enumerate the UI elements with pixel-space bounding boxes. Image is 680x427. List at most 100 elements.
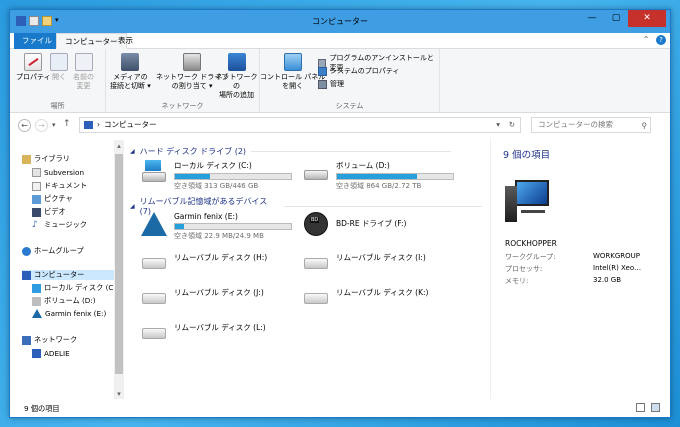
nav-item-homegroup[interactable]: ホームグループ <box>22 246 84 256</box>
nav-item-garmin-e[interactable]: Garmin fenix (E:) <box>32 309 106 318</box>
collapse-chevron-icon[interactable]: ◢ <box>130 148 135 155</box>
nav-item-adelie[interactable]: ADELIE <box>32 349 70 358</box>
media-label-2: 接続と切断 ▾ <box>110 82 151 90</box>
nav-label-videos: ビデオ <box>44 207 66 216</box>
nav-item-documents[interactable]: ドキュメント <box>32 181 87 191</box>
address-separator-icon[interactable]: › <box>97 118 100 132</box>
system-properties-icon <box>318 66 327 76</box>
drive-d[interactable]: ボリューム (D:) 空き領域 864 GB/2.72 TB <box>302 160 454 191</box>
computer-icon <box>22 270 31 280</box>
nav-item-computer[interactable]: コンピューター <box>22 270 118 280</box>
control-panel-button[interactable]: コントロール パネル を開く <box>260 53 325 91</box>
pictures-icon <box>32 194 41 204</box>
rename-button[interactable]: 名前の 変更 <box>73 53 94 91</box>
drive-j[interactable]: リムーバブル ディスク (J:) <box>140 287 264 311</box>
bd-re-drive-icon: BD <box>302 212 330 236</box>
nav-label-computer: コンピューター <box>34 270 85 279</box>
maximize-button[interactable]: ▢ <box>604 10 628 27</box>
tab-view[interactable]: 表示 <box>110 33 141 49</box>
processor-label: プロセッサ: <box>505 265 543 273</box>
up-button[interactable]: ↑ <box>63 119 71 129</box>
nav-item-network[interactable]: ネットワーク <box>22 335 77 345</box>
manage-button[interactable]: 管理 <box>318 79 344 89</box>
nav-item-local-disk-c[interactable]: ローカル ディスク (C:) <box>32 283 119 293</box>
media-connect-button[interactable]: メディアの 接続と切断 ▾ <box>110 53 151 91</box>
nav-label-pictures: ピクチャ <box>44 194 73 203</box>
drive-d-usage-fill <box>337 174 418 179</box>
system-properties-label: システムのプロパティ <box>330 67 400 75</box>
memory-row: メモリ: 32.0 GB <box>505 276 655 286</box>
workgroup-label: ワークグループ: <box>505 253 556 261</box>
ribbon-group-system: コントロール パネル を開く プログラムのアンインストールと変更 システムのプロ… <box>260 49 440 113</box>
nav-label-garmin-e: Garmin fenix (E:) <box>45 309 107 318</box>
status-item-count: 9 個の項目 <box>24 404 60 413</box>
scrollbar-thumb[interactable] <box>115 154 123 374</box>
title-bar[interactable]: ▾ コンピューター — ▢ ✕ <box>10 10 670 33</box>
libraries-icon <box>22 154 31 164</box>
close-button[interactable]: ✕ <box>628 10 666 27</box>
subversion-icon <box>32 168 41 177</box>
drive-h[interactable]: リムーバブル ディスク (H:) <box>140 252 267 276</box>
network-icon <box>22 335 31 345</box>
address-bar[interactable]: › コンピューター ▾ ↻ <box>79 117 521 133</box>
open-icon <box>50 53 68 71</box>
drive-f-name: BD-RE ドライブ (F:) <box>336 219 407 228</box>
open-label: 開く <box>52 73 66 81</box>
group-header-hdd[interactable]: ◢ ハード ディスク ドライブ (2) <box>130 146 451 157</box>
nav-item-videos[interactable]: ビデオ <box>32 207 66 217</box>
large-icons-view-icon[interactable] <box>651 403 660 412</box>
help-icon[interactable]: ? <box>656 35 666 45</box>
nav-label-music: ミュージック <box>44 220 87 229</box>
tab-file[interactable]: ファイル <box>14 33 60 49</box>
navigation-bar: ← → ▾ ↑ › コンピューター ▾ ↻ コンピューターの検索 ⚲ <box>10 114 670 136</box>
recent-locations-icon[interactable]: ▾ <box>52 121 56 129</box>
add-network-location-button[interactable]: ネットワークの 場所の追加 <box>214 53 259 100</box>
videos-icon <box>32 207 41 217</box>
drive-e[interactable]: Garmin fenix (E:) 空き領域 22.9 MB/24.9 MB <box>140 212 292 241</box>
search-input[interactable]: コンピューターの検索 ⚲ <box>531 117 651 133</box>
add-label-1: ネットワークの <box>215 73 258 90</box>
music-icon: ♪ <box>32 219 38 230</box>
back-button[interactable]: ← <box>18 119 31 132</box>
drive-e-free: 空き領域 22.9 MB/24.9 MB <box>174 232 264 240</box>
scroll-down-icon[interactable]: ▾ <box>114 390 124 398</box>
address-text: コンピューター <box>104 120 157 129</box>
drive-c[interactable]: ローカル ディスク (C:) 空き領域 313 GB/446 GB <box>140 160 292 191</box>
workgroup-value: WORKGROUP <box>593 252 641 260</box>
drive-l[interactable]: リムーバブル ディスク (L:) <box>140 322 266 346</box>
network-location-icon <box>227 53 246 71</box>
drive-f[interactable]: BD BD-RE ドライブ (F:) <box>302 212 406 236</box>
network-computer-icon <box>32 349 41 358</box>
drive-i[interactable]: リムーバブル ディスク (I:) <box>302 252 426 276</box>
drive-c-name: ローカル ディスク (C:) <box>174 161 252 170</box>
properties-button[interactable]: プロパティ <box>16 53 51 82</box>
nav-item-pictures[interactable]: ピクチャ <box>32 194 73 204</box>
drive-k[interactable]: リムーバブル ディスク (K:) <box>302 287 428 311</box>
ribbon-group-network-label: ネットワーク <box>161 102 204 110</box>
details-item-count: 9 個の項目 <box>503 150 551 161</box>
ribbon-group-network: メディアの 接続と切断 ▾ ネットワーク ドライブ の割り当て ▾ ネットワーク… <box>106 49 260 113</box>
scroll-up-icon[interactable]: ▴ <box>114 142 124 150</box>
system-properties-button[interactable]: システムのプロパティ <box>318 66 399 76</box>
navigation-scrollbar[interactable]: ▴ ▾ <box>114 140 124 400</box>
windows-drive-icon <box>32 283 41 293</box>
drive-j-name: リムーバブル ディスク (J:) <box>174 288 264 297</box>
address-dropdown-icon[interactable]: ▾ <box>496 118 500 132</box>
properties-label: プロパティ <box>16 73 51 81</box>
nav-item-volume-d[interactable]: ボリューム (D:) <box>32 296 96 306</box>
refresh-icon[interactable]: ↻ <box>509 118 515 132</box>
collapse-ribbon-icon[interactable]: ⌃ <box>643 35 650 44</box>
processor-value: Intel(R) Xeo… <box>593 264 642 272</box>
open-button[interactable]: 開く <box>50 53 68 82</box>
nav-item-subversion[interactable]: Subversion <box>32 168 84 177</box>
forward-button[interactable]: → <box>35 119 48 132</box>
nav-item-libraries[interactable]: ライブラリ <box>22 154 70 164</box>
nav-item-music[interactable]: ♪ ミュージック <box>32 220 87 230</box>
ribbon-tabs: ファイル コンピューター 表示 ⌃ ? <box>10 33 670 49</box>
collapse-chevron-icon[interactable]: ◢ <box>130 203 135 210</box>
details-view-icon[interactable] <box>636 403 645 412</box>
search-icon[interactable]: ⚲ <box>642 119 648 133</box>
drive-k-name: リムーバブル ディスク (K:) <box>336 288 429 297</box>
minimize-button[interactable]: — <box>580 10 604 27</box>
media-server-icon <box>121 53 140 71</box>
